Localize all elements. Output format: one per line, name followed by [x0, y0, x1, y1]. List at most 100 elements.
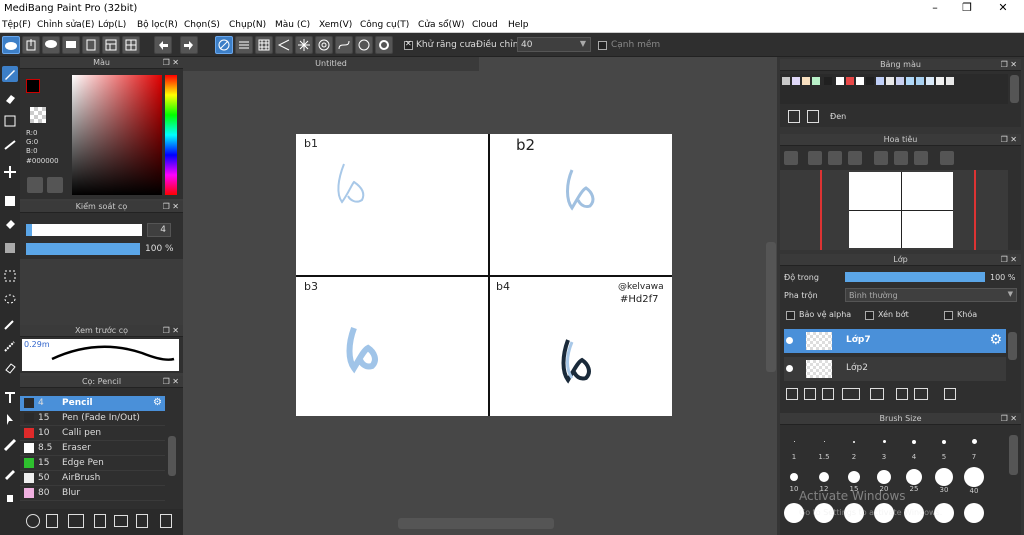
zoom-out-icon[interactable] [848, 151, 862, 165]
line-tool-icon[interactable] [2, 137, 18, 153]
brush-size-value[interactable]: 4 [147, 223, 171, 237]
menu-window[interactable]: Cửa sổ(W) [418, 20, 464, 30]
add-layer-menu-icon[interactable] [842, 388, 860, 400]
brush-item-airbrush[interactable]: 50 AirBrush [20, 471, 165, 486]
brush-size-preset[interactable]: 4 [900, 431, 928, 465]
palette-swatch[interactable] [792, 77, 800, 85]
palette-swatch[interactable] [802, 77, 810, 85]
brush-size-preset[interactable]: 40 [960, 467, 988, 501]
lasso-tool-icon[interactable] [2, 292, 18, 308]
lock-checkbox[interactable] [944, 311, 953, 320]
parallel-snap-icon[interactable] [235, 36, 253, 54]
zoom-in-icon[interactable] [784, 151, 798, 165]
curve-snap-icon[interactable] [335, 36, 353, 54]
select-tool-icon[interactable] [2, 268, 18, 284]
menu-filter[interactable]: Bộ lọc(R) [137, 20, 178, 30]
menu-view[interactable]: Xem(V) [319, 20, 352, 30]
zoom-in-step-icon[interactable] [808, 151, 822, 165]
move-tool-icon[interactable] [2, 164, 18, 180]
protect-alpha-checkbox[interactable] [786, 311, 795, 320]
grid-layout-icon[interactable] [122, 36, 140, 54]
export-icon[interactable] [22, 36, 40, 54]
document-tab[interactable]: Untitled [183, 57, 479, 71]
eye-icon[interactable] [786, 365, 793, 372]
brush-tool-icon[interactable] [2, 66, 18, 82]
grid-snap-icon[interactable] [255, 36, 273, 54]
palette-swatch[interactable] [906, 77, 914, 85]
text-tool-icon[interactable] [2, 390, 18, 406]
palette-swatch[interactable] [866, 77, 874, 85]
menu-color[interactable]: Màu (C) [275, 20, 310, 30]
layer-opacity-slider[interactable] [845, 272, 985, 282]
brush-size-slider[interactable] [26, 224, 142, 236]
brush-settings-icon[interactable] [94, 514, 106, 528]
new-halftone-layer-icon[interactable] [804, 388, 816, 400]
maximize-button[interactable]: ❐ [952, 1, 982, 17]
blend-mode-select[interactable]: Bình thường ▼ [845, 288, 1017, 302]
brush-item-blur[interactable]: 80 Blur [20, 486, 165, 501]
brush-item-pencil[interactable]: 4 Pencil ⚙ [20, 396, 165, 411]
hue-slider[interactable] [165, 75, 177, 195]
brush-item-eraser[interactable]: 8.5 Eraser [20, 441, 165, 456]
trash-icon[interactable] [160, 514, 172, 528]
hand-tool-icon[interactable] [2, 489, 18, 505]
eyedropper-tool-icon[interactable] [2, 465, 18, 481]
brush-size-preset[interactable]: 5 [930, 431, 958, 465]
reset-view-icon[interactable] [894, 151, 908, 165]
operation-tool-icon[interactable] [2, 411, 18, 427]
comment-icon[interactable] [62, 36, 80, 54]
color-history-icon[interactable] [47, 177, 63, 193]
menu-file[interactable]: Tệp(F) [2, 20, 31, 30]
palette-swatch[interactable] [916, 77, 924, 85]
perspective-snap-icon[interactable] [275, 36, 293, 54]
new-layer-icon[interactable] [786, 388, 798, 400]
undo-icon[interactable] [154, 36, 172, 54]
new-palette-icon[interactable] [788, 110, 800, 123]
palette-swatch[interactable] [856, 77, 864, 85]
merge-layer-icon[interactable] [914, 388, 928, 400]
correction-select[interactable]: 40 ▼ [517, 37, 591, 52]
palette-swatch[interactable] [836, 77, 844, 85]
shape-tool-icon[interactable] [2, 113, 18, 129]
brush-list-scrollbar[interactable] [168, 436, 176, 476]
settings-snap-icon[interactable] [375, 36, 393, 54]
trash-icon[interactable] [807, 110, 819, 123]
select-eraser-icon[interactable] [2, 359, 18, 375]
divide-tool-icon[interactable] [2, 437, 18, 453]
ellipse-snap-icon[interactable] [355, 36, 373, 54]
add-brush-menu-icon[interactable] [68, 514, 84, 528]
vertical-scrollbar[interactable] [766, 242, 776, 372]
brush-size-preset[interactable]: 1 [780, 431, 808, 465]
layer-scrollbar[interactable] [1008, 332, 1017, 360]
menu-cloud[interactable]: Cloud [472, 20, 498, 30]
document-canvas[interactable]: b1 b2 b3 b4 @kelvawa #Hd2f7 [296, 134, 672, 416]
foreground-color-swatch[interactable] [26, 79, 40, 93]
duplicate-layer-icon[interactable] [896, 388, 908, 400]
brush-item-calli-pen[interactable]: 10 Calli pen [20, 426, 165, 441]
rotate-left-icon[interactable] [874, 151, 888, 165]
trash-icon[interactable] [944, 388, 956, 400]
cloud-brush-icon[interactable] [26, 514, 40, 528]
menu-tools[interactable]: Công cụ(T) [360, 20, 409, 30]
palette-wheel-icon[interactable] [27, 177, 43, 193]
menu-help[interactable]: Help [508, 20, 529, 30]
page-icon[interactable] [82, 36, 100, 54]
rotate-right-icon[interactable] [914, 151, 928, 165]
menu-layer[interactable]: Lớp(L) [98, 20, 126, 30]
palette-swatch[interactable] [846, 77, 854, 85]
speech-bubble-icon[interactable] [42, 36, 60, 54]
brush-size-preset[interactable]: 2 [840, 431, 868, 465]
eraser-tool-icon[interactable] [2, 90, 18, 106]
palette-swatch[interactable] [926, 77, 934, 85]
palette-swatch[interactable] [936, 77, 944, 85]
fit-screen-icon[interactable] [828, 151, 842, 165]
brush-item-edge-pen[interactable]: 15 Edge Pen [20, 456, 165, 471]
duplicate-icon[interactable] [136, 514, 148, 528]
snap-off-icon[interactable] [215, 36, 233, 54]
circle-snap-icon[interactable] [315, 36, 333, 54]
brush-size-preset[interactable]: 7 [960, 431, 988, 465]
new-brush-icon[interactable] [46, 514, 58, 528]
clipping-checkbox[interactable] [865, 311, 874, 320]
brush-size-scrollbar[interactable] [1009, 435, 1018, 475]
bucket-tool-icon[interactable] [2, 217, 18, 233]
